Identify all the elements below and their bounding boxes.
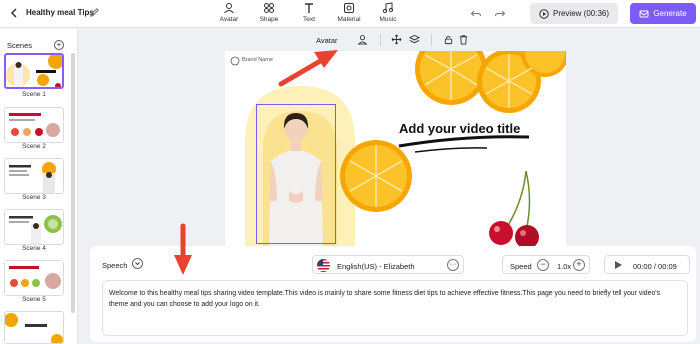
avatar-icon [224, 3, 234, 14]
tool-label: Shape [259, 16, 279, 23]
tool-text[interactable]: Text [290, 2, 328, 26]
video-title-text[interactable]: Add your video title [399, 121, 520, 136]
project-title: Healthy meal Tips [26, 8, 94, 17]
voice-label: English(US) - Elizabeth [337, 262, 415, 271]
divider [431, 34, 432, 46]
scene-label: Scene 5 [22, 296, 46, 303]
brand-label: Brand Name [242, 57, 273, 63]
generate-icon [639, 10, 649, 17]
context-label: Avatar [316, 36, 338, 45]
scene-thumbnail[interactable] [4, 53, 64, 89]
scene-thumbnail[interactable] [4, 311, 64, 344]
divider [380, 34, 381, 46]
video-canvas[interactable]: Brand Name Add your video title [225, 51, 566, 246]
more-options-icon[interactable]: ··· [447, 259, 459, 271]
audio-player: 00:00 / 00:09 [604, 255, 690, 274]
scene-thumbnail[interactable] [4, 260, 64, 296]
scenes-title: Scenes [7, 41, 33, 50]
avatar-context-toolbar: Avatar [300, 30, 480, 50]
playback-time: 00:00 / 00:09 [633, 262, 677, 271]
speed-control: Speed − 1.0x + [502, 255, 590, 274]
scene-label: Scene 1 [22, 91, 46, 98]
script-textarea[interactable]: Welcome to this healthy meal tips sharin… [102, 280, 688, 336]
top-bar: Healthy meal Tips Avatar Shape Text Mate… [0, 0, 700, 28]
play-icon[interactable] [614, 260, 623, 270]
text-icon [305, 3, 313, 13]
sidebar-scrollbar[interactable] [71, 53, 75, 313]
brand-name[interactable]: Brand Name [231, 57, 273, 63]
edit-title-icon[interactable] [89, 7, 100, 18]
tool-label: Avatar [219, 16, 239, 23]
scene-label: Scene 4 [22, 245, 46, 252]
add-scene-icon[interactable]: + [54, 40, 64, 50]
tool-material[interactable]: Material [330, 2, 368, 26]
tool-label: Material [337, 16, 361, 23]
speech-label: Speech [102, 261, 128, 270]
speed-label: Speed [510, 262, 532, 271]
music-icon [382, 2, 394, 14]
layers-icon[interactable] [409, 34, 420, 45]
redo-icon[interactable] [494, 8, 506, 20]
scene-thumbnail[interactable] [4, 158, 64, 194]
tool-avatar[interactable]: Avatar [210, 2, 248, 26]
move-icon[interactable] [391, 34, 402, 45]
trash-icon[interactable] [458, 34, 469, 45]
material-icon [344, 3, 354, 13]
generate-label: Generate [653, 9, 687, 18]
tool-music[interactable]: Music [369, 2, 407, 26]
person-icon[interactable] [357, 34, 368, 45]
scenes-sidebar: Scenes + Scene 1 Scene 2 Scene 3 Scene 4… [0, 29, 78, 344]
play-circle-icon [539, 8, 549, 19]
tool-label: Text [303, 16, 315, 23]
undo-icon[interactable] [470, 8, 482, 20]
scene-label: Scene 2 [22, 143, 46, 150]
us-flag-icon [317, 259, 330, 272]
speed-decrease-button[interactable]: − [537, 259, 549, 271]
scene-thumbnail[interactable] [4, 107, 64, 143]
tool-shape[interactable]: Shape [250, 2, 288, 26]
tool-label: Music [379, 16, 397, 23]
preview-label: Preview (00:36) [552, 9, 610, 18]
scene-thumbnail[interactable] [4, 209, 64, 245]
voice-selector[interactable]: English(US) - Elizabeth ··· [312, 255, 464, 274]
scene-label: Scene 3 [22, 194, 46, 201]
avatar-selection-box[interactable] [256, 104, 336, 244]
lock-icon[interactable] [443, 34, 454, 45]
speech-panel: Speech English(US) - Elizabeth ··· Speed… [90, 246, 696, 342]
speed-value: 1.0x [557, 262, 572, 271]
preview-button[interactable]: Preview (00:36) [530, 3, 618, 24]
speed-increase-button[interactable]: + [573, 259, 585, 271]
chevron-down-icon[interactable] [132, 258, 143, 269]
generate-button[interactable]: Generate [630, 3, 696, 24]
shape-icon [264, 3, 274, 13]
back-arrow-icon[interactable] [8, 7, 20, 19]
